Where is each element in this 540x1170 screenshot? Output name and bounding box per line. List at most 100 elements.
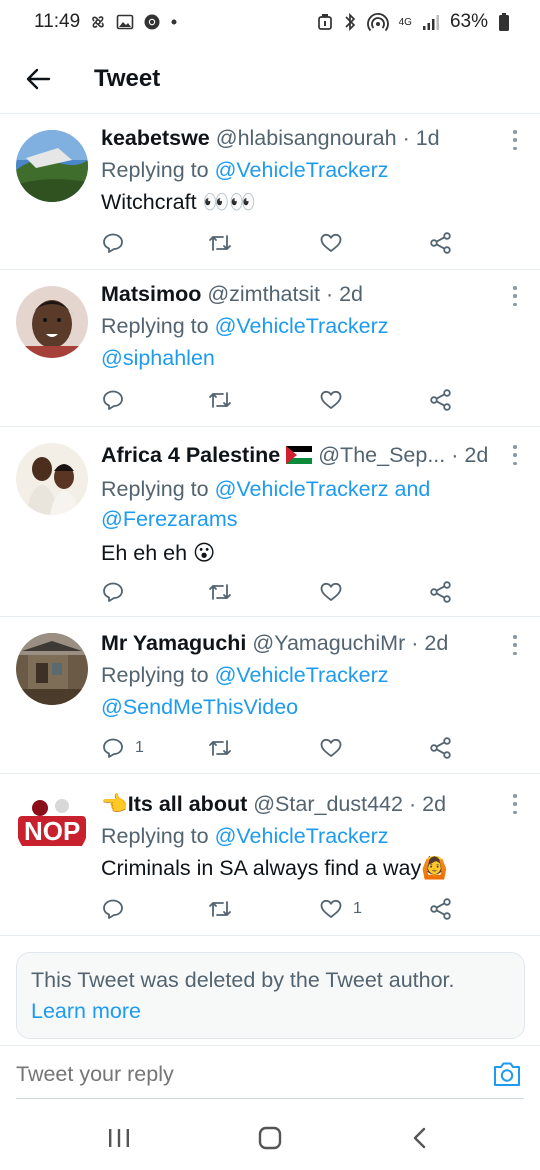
retweet-button[interactable]	[207, 733, 243, 763]
retweet-button[interactable]	[207, 894, 243, 924]
image-icon	[116, 13, 134, 31]
svg-text:NOP: NOP	[24, 816, 80, 846]
back-arrow-icon	[26, 68, 51, 89]
share-icon	[430, 581, 451, 603]
retweet-button[interactable]	[207, 577, 243, 607]
tweet-item[interactable]: Africa 4 Palestine @The_Sep... · 2d Repl…	[0, 427, 540, 617]
reply-target-link-2[interactable]: @Ferezarams	[101, 507, 238, 531]
like-button[interactable]	[319, 733, 353, 763]
avatar[interactable]	[16, 286, 88, 358]
hotspot-icon	[366, 12, 389, 32]
reply-target-link[interactable]: @VehicleTrackerz	[215, 824, 389, 848]
like-button[interactable]	[319, 228, 353, 258]
avatar[interactable]	[16, 443, 88, 515]
share-button[interactable]	[429, 385, 453, 415]
share-button[interactable]	[429, 228, 453, 258]
back-nav-icon	[413, 1127, 426, 1149]
palestine-flag-icon	[286, 441, 313, 473]
retweet-button[interactable]	[207, 228, 243, 258]
tweet-item[interactable]: Mr Yamaguchi @YamaguchiMr · 2d Replying …	[0, 617, 540, 774]
retweet-icon	[209, 901, 231, 917]
separator-dot: ·	[411, 631, 419, 655]
share-icon	[430, 389, 451, 411]
reply-target-link[interactable]: @VehicleTrackerz	[215, 158, 389, 182]
mention-link[interactable]: @SendMeThisVideo	[101, 695, 298, 719]
reply-button[interactable]: 1	[101, 733, 144, 763]
learn-more-link[interactable]: Learn more	[31, 999, 141, 1023]
mention-link[interactable]: @siphahlen	[101, 346, 215, 370]
tweet-text: Eh eh eh 😮	[101, 541, 216, 565]
share-button[interactable]	[429, 733, 453, 763]
camera-button[interactable]	[492, 1060, 522, 1093]
author-handle[interactable]: @Star_dust442	[253, 792, 403, 816]
more-options-button[interactable]	[508, 445, 522, 465]
reply-button[interactable]	[101, 228, 135, 258]
like-count: 1	[353, 900, 362, 917]
alarm-icon	[317, 13, 333, 31]
like-button[interactable]	[319, 577, 353, 607]
tweet-author-line: keabetswe @hlabisangnourah · 1d	[101, 122, 500, 154]
back-button[interactable]	[0, 44, 76, 114]
tweet-actions	[101, 385, 461, 415]
tweet-item[interactable]: keabetswe @hlabisangnourah · 1d Replying…	[0, 114, 540, 270]
tweet-actions	[101, 228, 461, 258]
signal-icon	[422, 13, 440, 31]
reply-button[interactable]	[101, 577, 135, 607]
avatar[interactable]	[16, 633, 88, 705]
share-button[interactable]	[429, 577, 453, 607]
separator-dot: ·	[402, 126, 410, 150]
like-icon	[320, 738, 342, 757]
tweet-time: 1d	[415, 126, 440, 150]
reply-bar	[0, 1045, 540, 1101]
share-button[interactable]	[429, 894, 453, 924]
reply-count: 1	[135, 739, 144, 756]
tweet-text: Witchcraft 👀👀	[101, 190, 257, 214]
reply-button[interactable]	[101, 385, 135, 415]
tweet-item[interactable]: Matsimoo @zimthatsit · 2d Replying to @V…	[0, 270, 540, 427]
author-handle[interactable]: @hlabisangnourah	[216, 126, 397, 150]
deleted-notice-text: This Tweet was deleted by the Tweet auth…	[31, 968, 455, 992]
author-handle[interactable]: @The_Sep...	[318, 443, 445, 467]
tweet-item[interactable]: NOP 👈Its all about @Star_dust442 · 2d Re…	[0, 774, 540, 936]
reply-button[interactable]	[101, 894, 135, 924]
tweet-time: 2d	[424, 631, 449, 655]
home-icon	[258, 1126, 282, 1150]
reply-icon	[103, 899, 123, 919]
author-name[interactable]: Its all about	[128, 792, 247, 816]
more-options-button[interactable]	[508, 130, 522, 150]
reply-target-link[interactable]: @VehicleTrackerz	[215, 314, 389, 338]
camera-icon	[494, 1062, 520, 1086]
tweet-time: 2d	[339, 282, 364, 306]
retweet-icon	[209, 584, 231, 600]
reply-input[interactable]	[16, 1058, 456, 1090]
author-handle[interactable]: @zimthatsit	[207, 282, 320, 306]
like-button[interactable]: 1	[319, 894, 362, 924]
like-button[interactable]	[319, 385, 353, 415]
home-button[interactable]	[256, 1126, 284, 1155]
more-options-button[interactable]	[508, 635, 522, 655]
back-nav-button[interactable]	[408, 1126, 432, 1155]
more-options-button[interactable]	[508, 286, 522, 306]
author-handle[interactable]: @YamaguchiMr	[252, 631, 405, 655]
author-name[interactable]: Africa 4 Palestine	[101, 443, 280, 467]
status-time: 11:49	[34, 11, 81, 32]
reply-target-link[interactable]: @VehicleTrackerz	[215, 663, 389, 687]
avatar[interactable]	[16, 130, 88, 202]
avatar[interactable]: NOP	[16, 790, 88, 862]
replying-to-label: Replying to	[101, 824, 209, 848]
like-icon	[320, 899, 342, 918]
author-name[interactable]: keabetswe	[101, 126, 210, 150]
more-options-button[interactable]	[508, 794, 522, 814]
like-icon	[320, 390, 342, 409]
share-icon	[430, 232, 451, 254]
author-name[interactable]: Matsimoo	[101, 282, 201, 306]
deleted-tweet-notice: This Tweet was deleted by the Tweet auth…	[16, 952, 525, 1039]
share-icon	[430, 737, 451, 759]
network-type-icon: 4G	[399, 17, 412, 27]
author-name[interactable]: Mr Yamaguchi	[101, 631, 246, 655]
retweet-button[interactable]	[207, 385, 243, 415]
author-name-prefix: 👈	[101, 792, 128, 816]
reply-input-underline	[16, 1098, 524, 1099]
recents-button[interactable]	[106, 1126, 132, 1155]
reply-target-link[interactable]: @VehicleTrackerz and	[215, 477, 431, 501]
